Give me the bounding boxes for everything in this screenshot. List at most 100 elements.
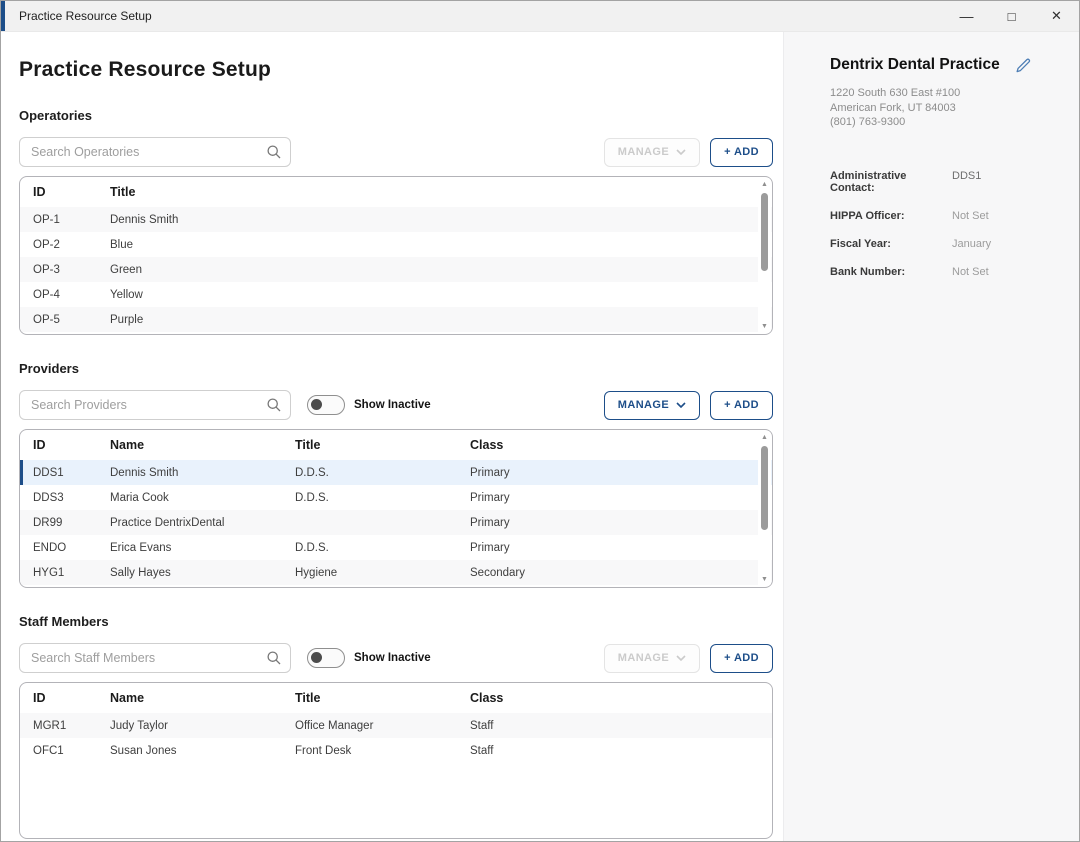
operatories-scrollbar[interactable]: ▲ ▼ [758,178,771,333]
table-cell: Yellow [110,289,772,301]
edit-practice-icon[interactable] [1015,57,1032,74]
table-cell: ENDO [20,542,110,554]
table-row[interactable]: OP-4Yellow [20,282,772,307]
maximize-button[interactable]: □ [989,1,1034,31]
table-cell: D.D.S. [295,542,470,554]
table-row[interactable]: OP-5Purple [20,307,772,332]
toggle-knob [311,652,322,663]
scroll-up-icon[interactable]: ▲ [761,178,768,191]
table-row[interactable]: OP-1Dennis Smith [20,207,772,232]
column-header: ID [20,691,110,705]
table-row[interactable]: OP-3Green [20,257,772,282]
operatories-add-button[interactable]: + ADD [710,138,773,167]
table-cell: Green [110,264,772,276]
operatories-section-label: Operatories [19,108,773,123]
address-line-1: 1220 South 630 East #100 [830,86,1057,101]
providers-section: Providers Show Inactive MANAGE [19,361,773,588]
practice-details: Administrative Contact:DDS1 HIPPA Officer… [830,170,1057,278]
table-cell: Practice DentrixDental [110,517,295,529]
detail-value: Not Set [952,266,1057,278]
table-cell: Maria Cook [110,492,295,504]
scrollbar-thumb[interactable] [761,446,768,530]
practice-resource-setup-window: Practice Resource Setup — □ ✕ Practice R… [0,0,1080,842]
table-cell: Dennis Smith [110,214,772,226]
staff-members-section: Staff Members Show Inactive MA [19,614,773,839]
table-cell: OP-1 [20,214,110,226]
staff-manage-button: MANAGE [604,644,700,673]
table-row[interactable]: ORTHOscar OliversonPrimary [20,585,772,588]
table-row[interactable]: ENDOErica EvansD.D.S.Primary [20,535,772,560]
staff-table-header: IDNameTitleClass [20,683,772,713]
column-header: ID [20,438,110,452]
practice-name: Dentrix Dental Practice [830,56,1000,74]
practice-detail-row: Bank Number:Not Set [830,266,1057,278]
chevron-down-icon [676,655,686,661]
column-header: Title [110,185,772,199]
scroll-down-icon[interactable]: ▼ [761,320,768,333]
operatories-manage-button: MANAGE [604,138,700,167]
providers-show-inactive-toggle[interactable] [307,395,345,415]
table-cell: Blue [110,239,772,251]
detail-label: Fiscal Year: [830,238,952,250]
table-row[interactable]: OP-6Orange [20,332,772,335]
table-row[interactable]: OP-2Blue [20,232,772,257]
scroll-down-icon[interactable]: ▼ [761,573,768,586]
practice-info-sidebar: Dentrix Dental Practice 1220 South 630 E… [783,32,1079,841]
operatories-table-header: IDTitle [20,177,772,207]
table-row[interactable]: MGR1Judy TaylorOffice ManagerStaff [20,713,772,738]
table-cell: Primary [470,517,772,529]
table-cell: Judy Taylor [110,720,295,732]
table-cell: MGR1 [20,720,110,732]
detail-label: HIPPA Officer: [830,210,952,222]
close-button[interactable]: ✕ [1034,1,1079,31]
window-accent-bar [1,1,5,31]
table-cell: Hygiene [295,567,470,579]
table-cell: DDS1 [20,467,110,479]
practice-detail-row: Administrative Contact:DDS1 [830,170,1057,194]
providers-manage-button[interactable]: MANAGE [604,391,700,420]
providers-add-button[interactable]: + ADD [710,391,773,420]
providers-search-input[interactable] [19,390,291,420]
manage-button-label: MANAGE [618,146,669,158]
operatories-table-body: OP-1Dennis SmithOP-2BlueOP-3GreenOP-4Yel… [20,207,772,335]
operatories-table: IDTitle OP-1Dennis SmithOP-2BlueOP-3Gree… [19,176,773,335]
detail-value: Not Set [952,210,1057,222]
table-row[interactable]: DDS3Maria CookD.D.S.Primary [20,485,772,510]
column-header: Name [110,438,295,452]
providers-scrollbar[interactable]: ▲ ▼ [758,431,771,586]
column-header: Class [470,438,772,452]
detail-label: Bank Number: [830,266,952,278]
practice-address: 1220 South 630 East #100 American Fork, … [830,86,1057,130]
scroll-up-icon[interactable]: ▲ [761,431,768,444]
staff-add-button[interactable]: + ADD [710,644,773,673]
table-cell: OP-4 [20,289,110,301]
search-icon [266,397,282,413]
table-cell: Purple [110,314,772,326]
address-line-2: American Fork, UT 84003 [830,101,1057,116]
table-cell: OP-2 [20,239,110,251]
table-cell: Sally Hayes [110,567,295,579]
table-cell: OFC1 [20,745,110,757]
staff-search-input[interactable] [19,643,291,673]
table-row[interactable]: DR99Practice DentrixDental Primary [20,510,772,535]
main-content: Practice Resource Setup Operatories MANA… [1,32,783,841]
window-title: Practice Resource Setup [19,9,152,23]
table-row[interactable]: DDS1Dennis SmithD.D.S.Primary [20,460,772,485]
practice-detail-row: Fiscal Year:January [830,238,1057,250]
table-row[interactable]: HYG1Sally HayesHygieneSecondary [20,560,772,585]
chevron-down-icon [676,149,686,155]
staff-search [19,643,291,673]
staff-section-label: Staff Members [19,614,773,629]
table-cell: DR99 [20,517,110,529]
staff-show-inactive-toggle[interactable] [307,648,345,668]
column-header: ID [20,185,110,199]
scrollbar-thumb[interactable] [761,193,768,271]
minimize-button[interactable]: — [944,1,989,35]
detail-value: DDS1 [952,170,1057,194]
table-row[interactable]: OFC1Susan JonesFront DeskStaff [20,738,772,763]
show-inactive-label: Show Inactive [354,652,431,664]
operatories-search-input[interactable] [19,137,291,167]
page-title: Practice Resource Setup [19,58,773,82]
table-cell: Secondary [470,567,772,579]
column-header: Title [295,691,470,705]
